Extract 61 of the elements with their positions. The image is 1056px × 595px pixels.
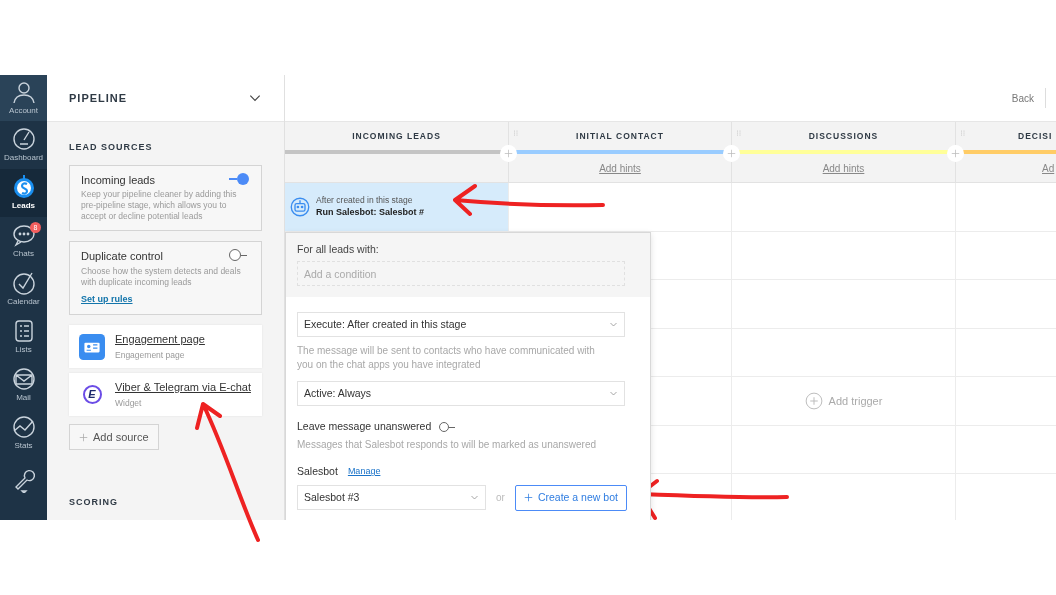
source-subtitle: Engagement page — [115, 349, 186, 363]
line-chart-icon — [11, 415, 36, 439]
active-dropdown[interactable]: Active: Always — [297, 381, 625, 407]
chat-bubble-icon — [11, 223, 36, 247]
column-header: DECISI — [1018, 129, 1053, 143]
source-link[interactable]: Engagement page — [115, 330, 205, 348]
plus-icon — [523, 493, 533, 503]
panel-title: PIPELINE — [69, 90, 128, 106]
salesbot-dropdown[interactable]: Salesbot #3 — [297, 485, 486, 511]
plus-icon — [79, 432, 88, 442]
condition-field[interactable]: Add a condition — [297, 261, 625, 287]
card-title: Incoming leads — [81, 172, 156, 188]
section-heading: SCORING — [69, 496, 119, 509]
card-title: Duplicate control — [81, 249, 164, 264]
execute-dropdown[interactable]: Execute: After created in this stage — [297, 312, 625, 338]
nav-item[interactable]: Stats — [0, 409, 47, 457]
column-header: INITIAL CONTACT — [576, 129, 664, 143]
plus-icon — [951, 149, 960, 158]
source-link[interactable]: Viber & Telegram via E-chat — [115, 378, 251, 396]
trigger-title: Run Salesbot: Salesbot # — [316, 206, 425, 220]
robot-icon — [290, 196, 310, 217]
envelope-icon — [11, 367, 36, 391]
nav-item[interactable]: Mail — [0, 361, 47, 409]
nav-item[interactable]: Dashboard — [0, 121, 47, 169]
source-subtitle: Widget — [115, 397, 143, 411]
add-stage-button[interactable] — [500, 145, 517, 162]
nav-item[interactable]: Account — [0, 75, 47, 121]
section-heading: LEAD SOURCES — [69, 141, 154, 154]
back-link[interactable]: Back — [1011, 90, 1034, 106]
nav-item[interactable]: Lists — [0, 313, 47, 361]
field-label: Salesbot — [297, 464, 338, 479]
field-label: Leave message unanswered — [297, 419, 432, 435]
trigger-subtitle: After created in this stage — [316, 193, 414, 207]
help-text: The message will be sent to contacts who have communicated with you on the chat apps you have integrated — [297, 344, 596, 373]
toggle-switch[interactable] — [229, 249, 249, 261]
setup-link[interactable]: Set up rules — [81, 292, 250, 306]
column-header: INCOMING LEADS — [352, 129, 441, 143]
add-stage-button[interactable] — [723, 145, 740, 162]
plus-icon — [727, 149, 736, 158]
create-bot-button[interactable]: Create a new bot — [514, 484, 627, 511]
help-text: Messages that Salesbot responds to will be marked as unanswered — [297, 438, 598, 452]
user-icon — [11, 80, 36, 104]
check-circle-icon — [11, 271, 36, 295]
plus-circle-icon — [804, 391, 823, 410]
column-header: DISCUSSIONS — [808, 129, 879, 143]
plus-icon — [504, 149, 513, 158]
trigger-card[interactable]: After created in this stage Run Salesbot: Salesbot # — [285, 183, 508, 231]
card-description: Choose how the system detects and deals with duplicate incoming leads — [81, 265, 242, 288]
nav-item[interactable]: Leads — [0, 169, 47, 217]
add-source-button[interactable]: Add source — [69, 424, 159, 450]
field-label: For all leads with: — [297, 242, 380, 257]
contact-card-icon — [79, 333, 105, 360]
add-stage-button[interactable] — [947, 145, 964, 162]
manage-link[interactable]: Manage — [347, 465, 381, 479]
toggle-switch[interactable] — [229, 172, 249, 185]
dollar-icon — [11, 175, 36, 199]
or-text: or — [496, 491, 505, 506]
card-description: Keep your pipeline cleaner by adding this pre-pipeline stage, which allows you to accept or decline potential leads — [81, 189, 238, 222]
toggle-switch[interactable] — [439, 422, 457, 433]
nav-item[interactable]: Calendar — [0, 265, 47, 313]
gauge-icon — [11, 127, 36, 151]
